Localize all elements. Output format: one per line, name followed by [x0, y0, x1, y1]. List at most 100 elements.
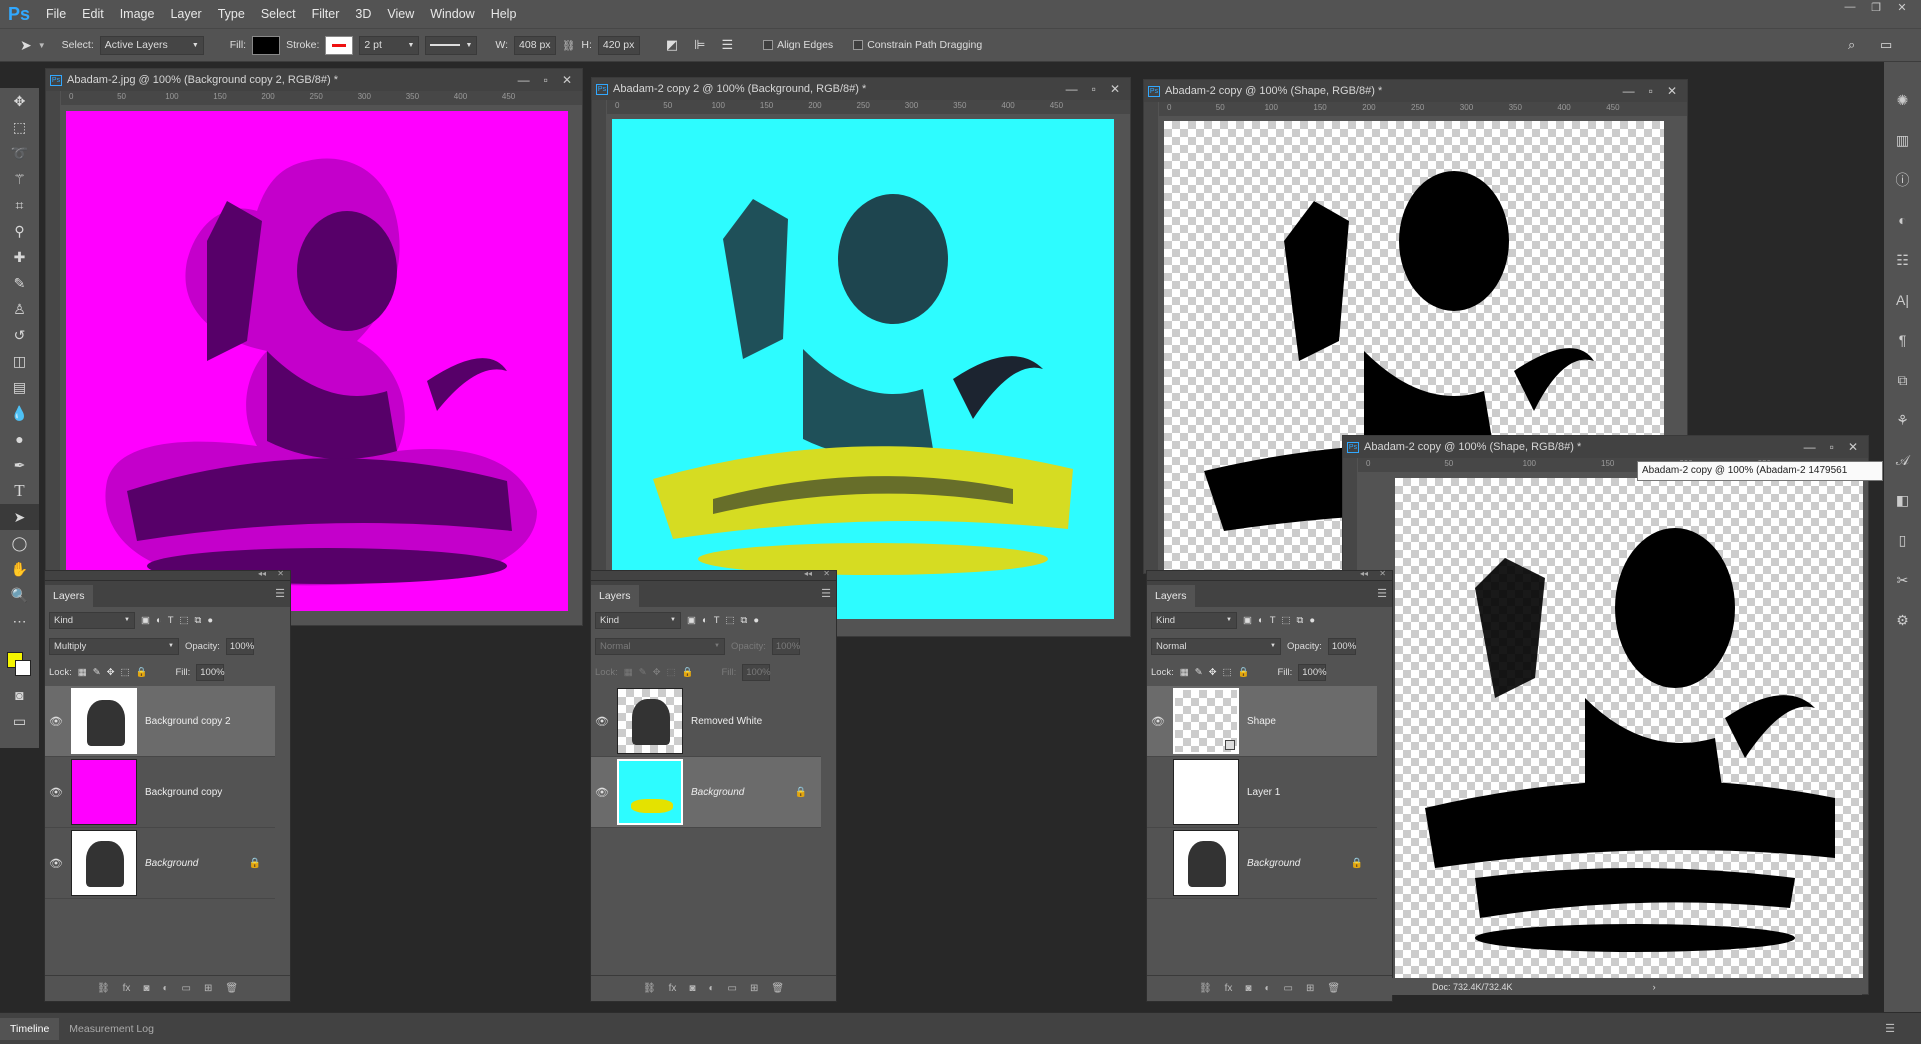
visibility-eye-icon[interactable]: 👁	[1147, 715, 1169, 728]
ellipse-tool-icon[interactable]: ◯	[0, 530, 39, 556]
menu-layer[interactable]: Layer	[162, 0, 209, 28]
new-layer-icon[interactable]: ⊞	[204, 983, 212, 994]
lock-pixels-icon[interactable]: ✎	[639, 667, 647, 678]
delete-layer-icon[interactable]: 🗑	[225, 983, 238, 994]
collapse-icon[interactable]: ◂◂	[804, 569, 812, 578]
fill-input[interactable]: 100%	[1298, 663, 1327, 681]
link-layers-icon[interactable]: ⛓	[643, 983, 656, 994]
filter-toggle-icon[interactable]: ●	[753, 615, 759, 626]
filter-type-icon[interactable]: T	[1270, 615, 1276, 626]
lock-artboard-icon[interactable]: ⬚	[667, 667, 676, 678]
visibility-eye-icon[interactable]: 👁	[45, 786, 67, 799]
close-icon[interactable]: ✕	[277, 569, 284, 578]
visibility-eye-icon[interactable]: 👁	[1147, 786, 1169, 799]
zoom-tool-icon[interactable]: 🔍	[0, 582, 39, 608]
tool-presets-icon[interactable]: ✂	[1884, 560, 1921, 600]
document-canvas[interactable]	[66, 111, 568, 611]
more-tools-icon[interactable]: ⋯	[0, 608, 39, 634]
layer-row[interactable]: 👁 Background 🔒	[591, 757, 821, 828]
properties-icon[interactable]: ☷	[1884, 240, 1921, 280]
tab-measurement-log[interactable]: Measurement Log	[59, 1018, 164, 1040]
new-layer-icon[interactable]: ⊞	[1306, 983, 1314, 994]
pen-tool-icon[interactable]: ✒	[0, 452, 39, 478]
layer-row[interactable]: 👁 Layer 1	[1147, 757, 1377, 828]
workspace-icon[interactable]: ▭	[1880, 37, 1892, 53]
panel-menu-icon[interactable]: ☰	[821, 587, 831, 600]
visibility-eye-icon[interactable]: 👁	[591, 715, 613, 728]
width-input[interactable]: 408 px	[514, 35, 557, 55]
panel-grip[interactable]: ◂◂ ✕	[591, 569, 836, 581]
lock-artboard-icon[interactable]: ⬚	[1223, 667, 1232, 678]
tab-layers[interactable]: Layers	[1147, 585, 1195, 607]
align-edges-checkbox[interactable]	[763, 40, 774, 51]
menu-view[interactable]: View	[379, 0, 422, 28]
brush-tool-icon[interactable]: ✎	[0, 270, 39, 296]
new-group-icon[interactable]: ▭	[728, 983, 737, 994]
stroke-width-field[interactable]: 2 pt ▼	[359, 35, 420, 55]
path-arrangement-icon[interactable]: ☰	[721, 37, 733, 53]
blend-mode-dropdown[interactable]: Multiply ▼	[49, 637, 179, 655]
tab-layers[interactable]: Layers	[591, 585, 639, 607]
panel-menu-icon[interactable]: ☰	[1377, 587, 1387, 600]
menu-type[interactable]: Type	[210, 0, 253, 28]
type-tool-icon[interactable]: T	[0, 478, 39, 504]
filter-smart-icon[interactable]: ⧉	[195, 615, 202, 626]
gradient-tool-icon[interactable]: ▤	[0, 374, 39, 400]
lock-all-icon[interactable]: 🔒	[136, 667, 148, 678]
opacity-input[interactable]: 100%	[1327, 637, 1356, 655]
marquee-tool-icon[interactable]: ⬚	[0, 114, 39, 140]
visibility-eye-icon[interactable]: 👁	[45, 857, 67, 870]
constrain-checkbox[interactable]	[853, 40, 864, 51]
restore-icon[interactable]: ▫	[1092, 78, 1096, 100]
filter-toggle-icon[interactable]: ●	[1309, 615, 1315, 626]
tab-timeline[interactable]: Timeline	[0, 1017, 60, 1040]
filter-type-icon[interactable]: T	[168, 615, 174, 626]
lock-transparent-icon[interactable]: ▦	[1180, 667, 1189, 678]
minimize-icon[interactable]: —	[1066, 78, 1078, 100]
path-operations-icon[interactable]: ◩	[666, 37, 678, 53]
layer-row[interactable]: 👁 Removed White	[591, 686, 821, 757]
layer-row[interactable]: 👁 Background 🔒	[45, 828, 275, 899]
select-dropdown[interactable]: Active Layers ▼	[99, 35, 204, 55]
info-icon[interactable]: ⓘ	[1884, 160, 1921, 200]
close-icon[interactable]: ✕	[1379, 569, 1386, 578]
panel-menu-icon[interactable]: ☰	[1885, 1022, 1895, 1035]
path-alignment-icon[interactable]: ⊫	[694, 37, 705, 53]
lock-pixels-icon[interactable]: ✎	[93, 667, 101, 678]
lasso-tool-icon[interactable]: ➰	[0, 140, 39, 166]
background-color[interactable]	[15, 660, 31, 676]
path-selection-icon[interactable]: ➤	[0, 504, 39, 530]
document-title-bar[interactable]: Ps Abadam-2 copy @ 100% (Shape, RGB/8#) …	[1144, 80, 1687, 102]
kind-filter[interactable]: Kind ▼	[49, 611, 135, 629]
stroke-swatch[interactable]	[325, 35, 354, 55]
history-brush-icon[interactable]: ↺	[0, 322, 39, 348]
magic-wand-icon[interactable]: ⚚	[0, 166, 39, 192]
crop-tool-icon[interactable]: ⌗	[0, 192, 39, 218]
document-title-bar[interactable]: Ps Abadam-2 copy 2 @ 100% (Background, R…	[592, 78, 1130, 100]
panel-grip[interactable]: ◂◂ ✕	[45, 569, 290, 581]
filter-pixel-icon[interactable]: ▣	[141, 615, 150, 626]
notes-icon[interactable]: ▯	[1884, 520, 1921, 560]
histogram-icon[interactable]: ▥	[1884, 120, 1921, 160]
close-icon[interactable]: ✕	[1889, 0, 1915, 14]
collapse-icon[interactable]: ◂◂	[258, 569, 266, 578]
document-canvas[interactable]	[612, 119, 1114, 619]
menu-edit[interactable]: Edit	[74, 0, 112, 28]
minimize-icon[interactable]: —	[1623, 80, 1635, 102]
filter-smart-icon[interactable]: ⧉	[741, 615, 748, 626]
minimize-icon[interactable]: —	[1804, 436, 1816, 458]
lock-all-icon[interactable]: 🔒	[682, 667, 694, 678]
menu-help[interactable]: Help	[483, 0, 525, 28]
visibility-eye-icon[interactable]: 👁	[45, 715, 67, 728]
link-icon[interactable]: ⛓	[562, 39, 575, 52]
lock-artboard-icon[interactable]: ⬚	[121, 667, 130, 678]
add-mask-icon[interactable]: ◙	[143, 983, 149, 994]
filter-pixel-icon[interactable]: ▣	[1243, 615, 1252, 626]
lock-transparent-icon[interactable]: ▦	[78, 667, 87, 678]
collapse-icon[interactable]: ◂◂	[1360, 569, 1368, 578]
add-mask-icon[interactable]: ◙	[689, 983, 695, 994]
panel-grip[interactable]: ◂◂ ✕	[1147, 569, 1392, 581]
lock-all-icon[interactable]: 🔒	[1238, 667, 1250, 678]
fill-input[interactable]: 100%	[742, 663, 771, 681]
menu-select[interactable]: Select	[253, 0, 304, 28]
